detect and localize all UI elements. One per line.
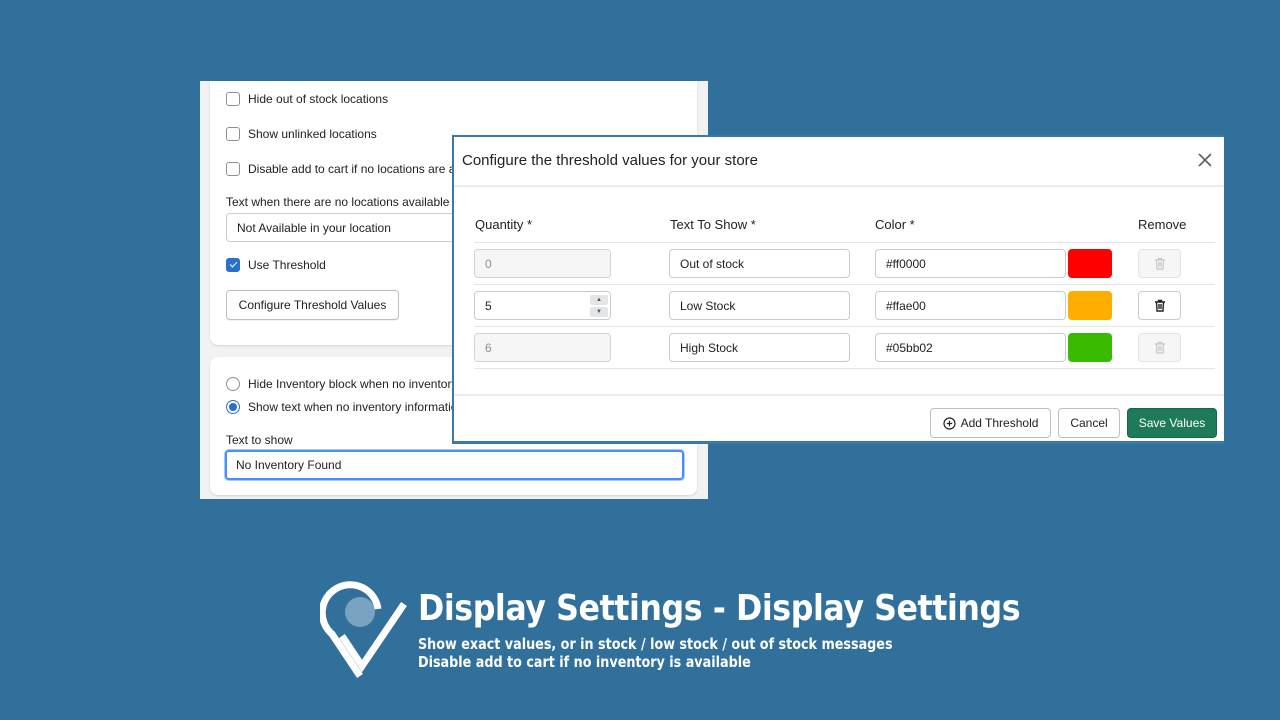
column-header-remove: Remove [1138, 217, 1187, 232]
no-locations-text-value: Not Available in your location [237, 220, 391, 235]
close-button[interactable] [1196, 151, 1214, 169]
column-header-text: Text To Show * [670, 217, 756, 232]
add-threshold-button[interactable]: Add Threshold [930, 408, 1051, 438]
add-threshold-label: Add Threshold [960, 416, 1039, 430]
modal-header: Configure the threshold values for your … [454, 137, 1224, 187]
configure-threshold-values-button[interactable]: Configure Threshold Values [226, 290, 399, 320]
trash-icon [1154, 299, 1165, 312]
row-divider [474, 284, 1215, 285]
brand-subtitle-line-1: Show exact values, or in stock / low sto… [418, 635, 893, 653]
color-swatch[interactable] [1068, 249, 1112, 278]
cancel-button[interactable]: Cancel [1058, 408, 1120, 438]
disable-add-to-cart-label: Disable add to cart if no locations are … [248, 162, 462, 176]
text-to-show-value: Out of stock [680, 256, 745, 271]
hide-out-of-stock-checkbox-row[interactable]: Hide out of stock locations [226, 92, 388, 106]
show-unlinked-checkbox[interactable] [226, 127, 240, 141]
show-text-radio[interactable] [226, 400, 240, 414]
location-check-logo-icon [320, 581, 407, 678]
close-icon [1198, 153, 1212, 167]
quantity-input[interactable]: 5 ▲ ▼ [474, 291, 611, 320]
column-header-color: Color * [875, 217, 915, 232]
text-to-show-input[interactable]: No Inventory Found [225, 450, 684, 480]
hide-out-of-stock-label: Hide out of stock locations [248, 92, 389, 106]
show-text-radio-row[interactable]: Show text when no inventory informatio [226, 400, 457, 414]
quantity-value: 6 [485, 340, 492, 355]
show-unlinked-label: Show unlinked locations [248, 127, 377, 141]
remove-button[interactable] [1138, 291, 1181, 320]
save-values-button[interactable]: Save Values [1127, 408, 1217, 438]
color-hex-value: #ff0000 [886, 256, 926, 271]
threshold-modal: Configure the threshold values for your … [452, 135, 1224, 444]
use-threshold-checkbox-row[interactable]: Use Threshold [226, 258, 326, 272]
quantity-input: 0 [474, 249, 611, 278]
quantity-stepper[interactable]: ▲ ▼ [590, 295, 608, 317]
color-hex-input[interactable]: #ffae00 [875, 291, 1066, 320]
hide-inventory-radio[interactable] [226, 377, 240, 391]
quantity-input: 6 [474, 333, 611, 362]
brand-subtitle-line-2: Disable add to cart if no inventory is a… [418, 653, 751, 671]
color-swatch[interactable] [1068, 333, 1112, 362]
text-to-show-input[interactable]: Low Stock [669, 291, 850, 320]
text-to-show-input[interactable]: High Stock [669, 333, 850, 362]
quantity-value: 0 [485, 256, 492, 271]
text-to-show-value: High Stock [680, 340, 739, 355]
trash-icon [1154, 341, 1165, 354]
color-hex-value: #ffae00 [886, 298, 926, 313]
hide-out-of-stock-checkbox[interactable] [226, 92, 240, 106]
text-to-show-value: No Inventory Found [236, 458, 342, 472]
hide-inventory-radio-row[interactable]: Hide Inventory block when no inventory [226, 377, 457, 391]
use-threshold-label: Use Threshold [248, 258, 326, 272]
row-divider [474, 326, 1215, 327]
modal-title: Configure the threshold values for your … [462, 152, 758, 169]
use-threshold-checkbox[interactable] [226, 258, 240, 272]
remove-button[interactable] [1138, 249, 1181, 278]
footer-divider [454, 394, 1224, 396]
trash-icon [1154, 257, 1165, 270]
disable-add-to-cart-checkbox[interactable] [226, 162, 240, 176]
increment-icon[interactable]: ▲ [590, 295, 608, 305]
decrement-icon[interactable]: ▼ [590, 307, 608, 317]
column-header-quantity: Quantity * [475, 217, 533, 232]
quantity-value: 5 [485, 298, 492, 313]
color-hex-value: #05bb02 [886, 340, 933, 355]
text-to-show-value: Low Stock [680, 298, 736, 313]
header-divider [474, 242, 1215, 243]
row-divider [474, 368, 1215, 369]
brand-title: Display Settings - Display Settings [418, 588, 1021, 629]
hide-inventory-label: Hide Inventory block when no inventory [248, 377, 458, 391]
show-unlinked-checkbox-row[interactable]: Show unlinked locations [226, 127, 377, 141]
text-to-show-label: Text to show [226, 433, 293, 447]
no-locations-text-label: Text when there are no locations availab… [226, 195, 450, 209]
color-hex-input[interactable]: #ff0000 [875, 249, 1066, 278]
remove-button[interactable] [1138, 333, 1181, 362]
plus-circle-icon [942, 416, 956, 430]
color-hex-input[interactable]: #05bb02 [875, 333, 1066, 362]
show-text-label: Show text when no inventory informatio [248, 400, 458, 414]
disable-add-to-cart-checkbox-row[interactable]: Disable add to cart if no locations are … [226, 162, 461, 176]
text-to-show-input[interactable]: Out of stock [669, 249, 850, 278]
color-swatch[interactable] [1068, 291, 1112, 320]
